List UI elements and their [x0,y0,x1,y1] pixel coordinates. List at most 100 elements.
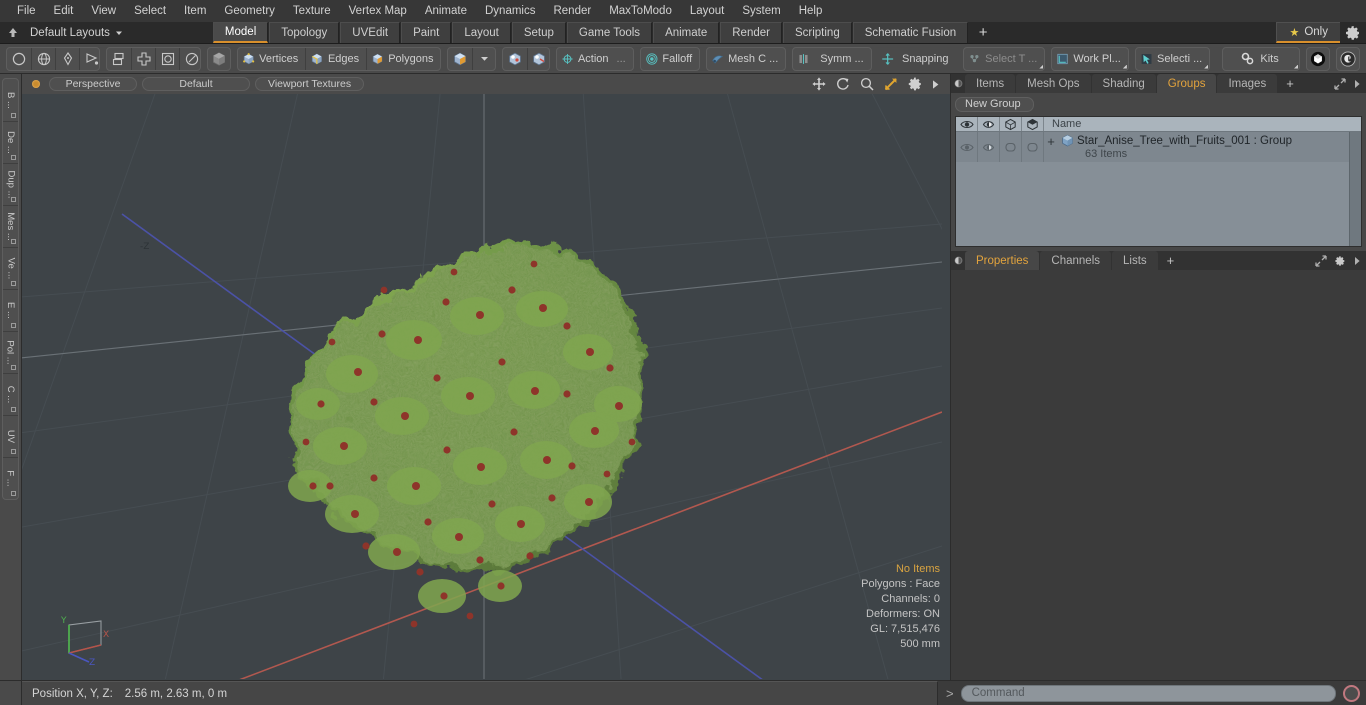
menu-item-maxtomodo[interactable]: MaxToModo [600,3,681,19]
tool-tab-uv[interactable]: UV [3,415,18,457]
polygons-mode-button[interactable]: Polygons [366,47,440,70]
edges-mode-button[interactable]: Edges [305,47,366,70]
curve-tool-button[interactable] [79,47,99,70]
tab-images[interactable]: Images [1217,74,1278,93]
row-expander[interactable]: + [1044,134,1058,149]
layout-tab-animate[interactable]: Animate [653,22,720,43]
tab-channels[interactable]: Channels [1040,251,1112,270]
menu-item-layout[interactable]: Layout [681,3,734,19]
layout-tab-layout[interactable]: Layout [452,22,511,43]
rotate-icon[interactable] [835,76,851,92]
vertices-mode-button[interactable]: Vertices [238,48,305,70]
menu-item-geometry[interactable]: Geometry [215,3,284,19]
command-input[interactable]: Command [960,684,1336,702]
tool-tab-duplicate[interactable]: Dup ... [3,163,18,205]
column-header-shadow[interactable] [978,117,1000,131]
panel-menu-knob[interactable] [951,74,965,93]
gear-icon[interactable] [1334,255,1346,267]
row-visibility-toggle[interactable] [956,132,978,162]
default-layouts-dropdown[interactable]: Default Layouts [26,22,133,43]
menu-item-select[interactable]: Select [125,3,175,19]
viewport-preset-dropdown[interactable]: Default [142,77,250,91]
record-circle-icon[interactable] [1343,684,1360,702]
row-shadow-toggle[interactable] [978,132,1000,162]
center-mode-button[interactable] [503,48,527,70]
menu-item-texture[interactable]: Texture [284,3,340,19]
tool-tab-basic[interactable]: B ... [3,79,18,121]
add-layout-tab-button[interactable]: + [969,22,998,43]
column-header-visibility[interactable] [956,117,978,131]
menu-item-edit[interactable]: Edit [45,3,83,19]
tool-tab-vertex[interactable]: Ve ... [3,247,18,289]
properties-menu-knob[interactable] [951,251,965,270]
add-cross-tool-button[interactable] [131,47,155,70]
tool-tab-deform[interactable]: De ... [3,121,18,163]
pivot-mode-button[interactable] [526,47,549,70]
tab-shading[interactable]: Shading [1091,74,1156,93]
row-wireframe-toggle[interactable] [1000,132,1022,162]
layout-tab-render[interactable]: Render [720,22,782,43]
expand-icon[interactable] [1315,254,1327,267]
tool-tab-edge[interactable]: E ... [3,289,18,331]
3d-viewport[interactable]: -Z Y X Z No Items Polygons: Face Channe… [22,94,950,680]
tree-vertical-scrollbar[interactable] [1349,132,1361,246]
selection-sets-button[interactable]: Selecti ... [1136,48,1209,70]
viewport-shading-dropdown[interactable]: Viewport Textures [255,77,365,91]
tool-tab-falloff[interactable]: F ... [3,457,18,499]
layout-tab-scripting[interactable]: Scripting [782,22,852,43]
mirror-tool-button[interactable] [107,48,131,70]
gear-icon[interactable] [907,76,923,92]
work-plane-button[interactable]: Work Pl... [1052,48,1128,70]
only-toggle-button[interactable]: ★ Only [1276,22,1340,43]
menu-item-system[interactable]: System [733,3,789,19]
item-mode-button[interactable] [206,46,231,71]
action-center-button[interactable]: Action ... [557,48,633,70]
table-row[interactable]: + Star_Anise_Tree_with_Fruits_001: Grou… [956,132,1349,162]
column-header-wireframe[interactable] [1000,117,1022,131]
menu-item-item[interactable]: Item [175,3,215,19]
add-panel-tab-button[interactable]: + [1278,74,1302,93]
circle-slash-tool-button[interactable] [179,47,199,70]
arrow-right-icon[interactable] [1353,79,1361,89]
layout-tab-paint[interactable]: Paint [401,22,452,43]
layout-settings-button[interactable] [1340,22,1366,43]
menu-item-file[interactable]: File [8,3,45,19]
select-through-button[interactable]: Select T ... [964,48,1044,70]
move-icon[interactable] [811,76,827,92]
marmoset-bridge-button[interactable] [1306,46,1331,71]
menu-item-render[interactable]: Render [544,3,600,19]
tab-mesh-ops[interactable]: Mesh Ops [1016,74,1091,93]
arrow-right-icon[interactable] [931,79,940,90]
add-bottom-tab-button[interactable]: + [1159,251,1183,270]
unreal-bridge-button[interactable] [1336,46,1361,71]
layout-tab-game-tools[interactable]: Game Tools [566,22,653,43]
arrow-right-icon[interactable] [1353,256,1361,266]
component-mode-dropdown[interactable] [472,47,494,70]
fit-icon[interactable] [883,76,899,92]
home-layout-icon[interactable] [0,22,26,43]
menu-item-animate[interactable]: Animate [416,3,476,19]
layout-tab-uvedit[interactable]: UVEdit [340,22,401,43]
viewport-menu-dot[interactable] [32,80,40,88]
row-shaded-toggle[interactable] [1022,132,1044,162]
layout-tab-schematic-fusion[interactable]: Schematic Fusion [852,22,969,43]
tab-properties[interactable]: Properties [965,251,1040,270]
pen-tool-button[interactable] [55,47,79,70]
menu-item-vertex-map[interactable]: Vertex Map [340,3,416,19]
snapping-button[interactable]: Snapping [875,48,955,70]
square-round-tool-button[interactable] [155,47,179,70]
menu-item-help[interactable]: Help [790,3,832,19]
mesh-constraint-button[interactable]: Mesh C ... [707,48,785,70]
layout-tab-setup[interactable]: Setup [511,22,566,43]
globe-tool-button[interactable] [31,47,55,70]
menu-item-view[interactable]: View [82,3,125,19]
layout-tab-topology[interactable]: Topology [269,22,340,43]
layout-tab-model[interactable]: Model [212,22,269,43]
column-header-shaded[interactable] [1022,117,1044,131]
material-mode-button[interactable] [448,48,472,70]
kits-button[interactable]: Kits [1223,48,1299,70]
tool-tab-curve[interactable]: C ... [3,373,18,415]
viewport-view-mode-dropdown[interactable]: Perspective [49,77,137,91]
symmetry-button[interactable]: Symm ... [793,48,870,70]
tab-groups[interactable]: Groups [1156,74,1217,93]
